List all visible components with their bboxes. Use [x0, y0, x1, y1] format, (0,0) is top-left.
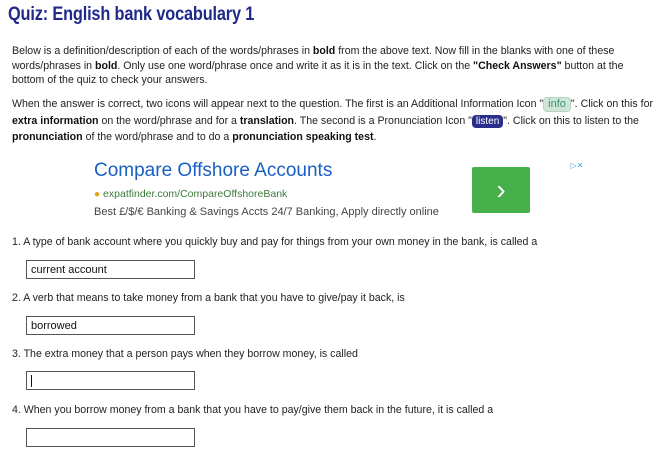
page-title: Quiz: English bank vocabulary 1	[8, 4, 255, 25]
answer-input-3[interactable]	[26, 371, 195, 390]
location-pin-icon: ●	[94, 189, 101, 200]
intro-text: . Only use one word/phrase once and writ…	[117, 59, 474, 72]
advertisement[interactable]: Compare Offshore Accounts ● expatfinder.c…	[90, 156, 590, 226]
question-2-text: 2. A verb that means to take money from …	[12, 292, 405, 304]
intro-paragraph-1: Below is a definition/description of eac…	[12, 44, 658, 88]
question-1-text: 1. A type of bank account where you quic…	[12, 236, 538, 248]
intro-bold: translation	[239, 114, 295, 127]
intro-text: . The second is a Pronunciation Icon "	[294, 114, 472, 127]
info-icon: info	[543, 97, 571, 112]
intro-bold: extra information	[12, 114, 99, 127]
ad-url-text: expatfinder.com/CompareOffshoreBank	[103, 188, 288, 200]
chevron-right-icon: ›	[496, 174, 506, 205]
listen-icon: listen	[471, 114, 504, 128]
answer-input-2[interactable]	[26, 316, 195, 335]
intro-bold: "Check Answers"	[473, 59, 562, 72]
intro-text: on the word/phrase and for a	[98, 114, 240, 127]
intro-bold: pronunciation speaking test	[232, 131, 374, 143]
ad-title-link[interactable]: Compare Offshore Accounts	[94, 160, 332, 182]
ad-description: Best £/$/€ Banking & Savings Accts 24/7 …	[94, 206, 439, 218]
ad-url[interactable]: ● expatfinder.com/CompareOffshoreBank	[94, 188, 287, 200]
intro-bold: bold	[312, 45, 336, 57]
text-cursor	[31, 375, 32, 387]
intro-text: of the word/phrase and to do a	[82, 131, 233, 143]
answer-input-1[interactable]	[26, 260, 195, 279]
ad-arrow-button[interactable]: ›	[472, 167, 530, 213]
intro-text: Below is a definition/description of eac…	[12, 45, 313, 57]
intro-text: .	[373, 131, 377, 143]
intro-text: ". Click on this for	[570, 98, 653, 110]
intro-text: ". Click on this to listen to the	[503, 114, 639, 127]
intro-paragraph-2: When the answer is correct, two icons wi…	[12, 96, 658, 146]
question-3-text: 3. The extra money that a person pays wh…	[12, 348, 358, 360]
question-4-text: 4. When you borrow money from a bank tha…	[12, 404, 494, 416]
intro-text: When the answer is correct, two icons wi…	[12, 98, 544, 110]
intro-bold: bold	[95, 59, 118, 72]
ad-choices-icon[interactable]: ▷✕	[568, 161, 586, 171]
answer-input-4[interactable]	[26, 428, 195, 447]
intro-bold: pronunciation	[12, 131, 83, 143]
